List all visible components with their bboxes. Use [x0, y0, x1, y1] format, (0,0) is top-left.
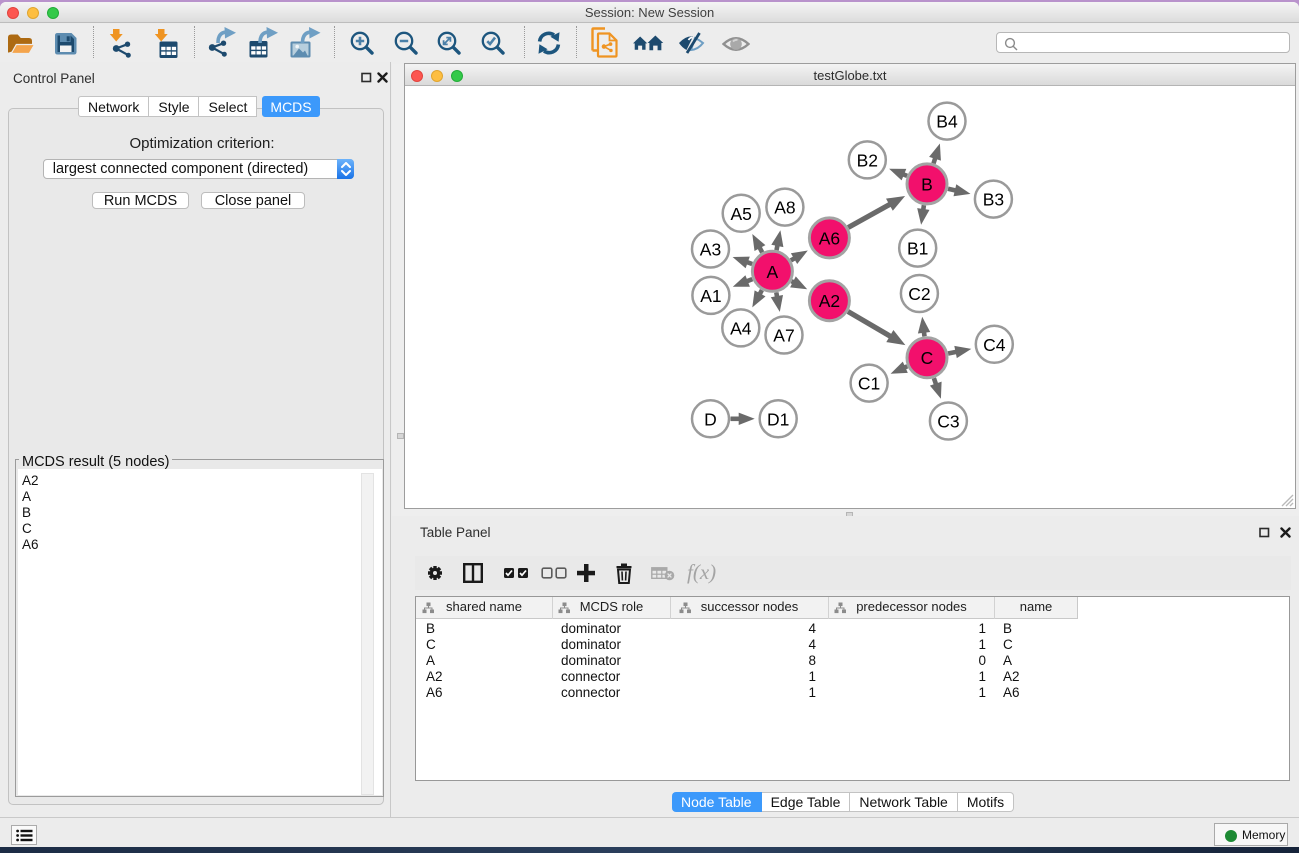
- svg-text:B3: B3: [983, 190, 1004, 210]
- svg-text:D1: D1: [767, 409, 789, 429]
- svg-text:C3: C3: [937, 412, 959, 432]
- svg-text:B2: B2: [857, 150, 878, 170]
- svg-text:B1: B1: [907, 239, 928, 259]
- svg-text:C4: C4: [983, 335, 1006, 355]
- svg-text:D: D: [704, 409, 717, 429]
- svg-text:A4: A4: [730, 318, 752, 338]
- svg-text:A1: A1: [700, 286, 721, 306]
- svg-text:C1: C1: [858, 374, 880, 394]
- svg-text:A: A: [767, 262, 779, 282]
- svg-text:A7: A7: [773, 326, 794, 346]
- svg-text:B4: B4: [936, 112, 958, 132]
- svg-text:A3: A3: [700, 240, 721, 260]
- svg-text:C: C: [921, 348, 934, 368]
- svg-text:A8: A8: [774, 198, 795, 218]
- svg-text:B: B: [921, 174, 933, 194]
- svg-text:A2: A2: [819, 291, 840, 311]
- svg-text:A6: A6: [819, 228, 840, 248]
- svg-text:A5: A5: [730, 204, 751, 224]
- svg-text:C2: C2: [908, 284, 930, 304]
